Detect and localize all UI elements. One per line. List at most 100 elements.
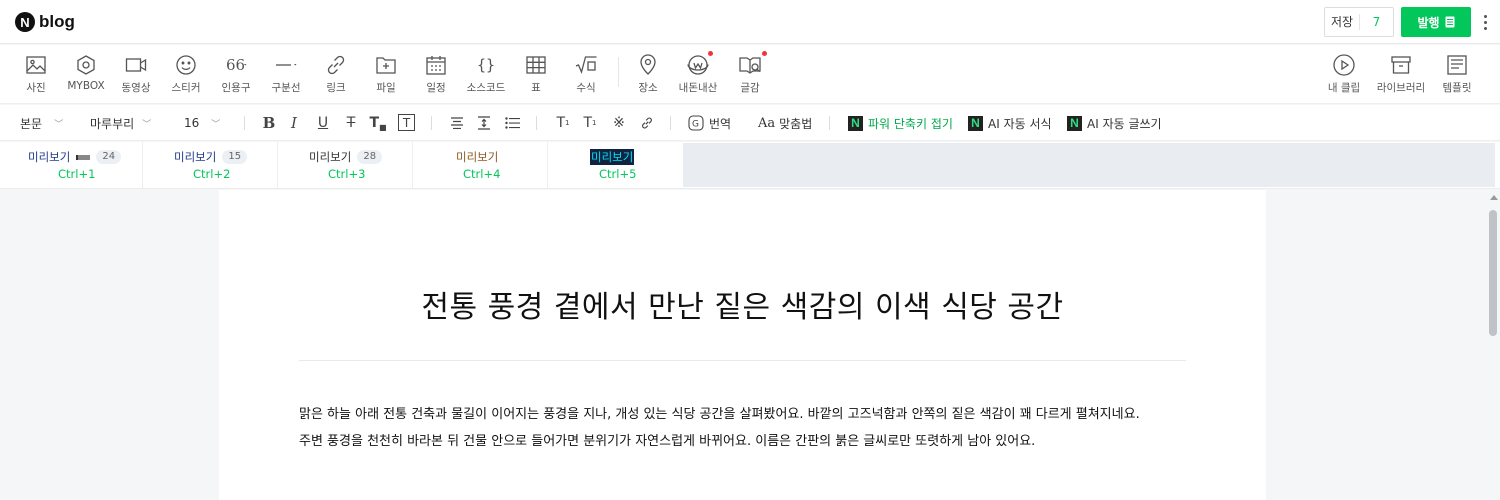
italic-icon[interactable]: I <box>285 114 303 132</box>
sticker-button[interactable]: 스티커 <box>161 53 211 95</box>
source-code-button[interactable]: {} 소스코드 <box>461 53 511 95</box>
naver-badge-icon: N <box>848 115 863 131</box>
sticker-label: 스티커 <box>171 82 201 94</box>
writing-material-icon <box>739 57 761 74</box>
preview-title: 미리보기 <box>174 150 217 164</box>
file-icon <box>376 57 396 74</box>
editor-canvas[interactable]: 전통 풍경 곁에서 만난 짙은 색감의 이색 식당 공간 맑은 하늘 아래 전통… <box>219 190 1266 500</box>
place-label: 장소 <box>638 82 658 94</box>
notification-dot <box>762 51 767 56</box>
preview-count: 15 <box>222 150 248 164</box>
ai-writing-button[interactable]: N AI 자동 글쓰기 <box>1067 105 1162 141</box>
font-color-icon[interactable]: T ■ <box>369 114 387 132</box>
formula-icon <box>575 56 597 74</box>
preview-style-3[interactable]: 미리보기 28 Ctrl+3 <box>278 142 413 188</box>
link-icon[interactable] <box>638 114 656 132</box>
scrollbar-thumb[interactable] <box>1489 210 1497 336</box>
scroll-up-icon[interactable] <box>1490 195 1498 200</box>
spellcheck-button[interactable]: Aa 맞춤법 <box>758 105 812 141</box>
list-icon[interactable] <box>503 114 521 132</box>
my-clip-button[interactable]: 내 클립 <box>1319 53 1369 95</box>
my-clip-label: 내 클립 <box>1327 82 1361 94</box>
document-icon <box>1445 16 1455 28</box>
sticker-icon <box>176 55 196 75</box>
chevron-down-icon: ﹀ <box>142 119 152 130</box>
format-separator <box>670 116 671 130</box>
preview-shortcut: Ctrl+2 <box>193 167 231 181</box>
document-title[interactable]: 전통 풍경 곁에서 만난 짙은 색감의 이색 식당 공간 <box>299 282 1186 326</box>
preview-style-1[interactable]: 미리보기 24 Ctrl+1 <box>0 142 143 188</box>
table-icon <box>526 56 546 74</box>
photo-icon <box>26 56 46 74</box>
publish-button[interactable]: 발행 <box>1401 7 1471 37</box>
paragraph-style-value: 본문 <box>20 116 43 131</box>
photo-button[interactable]: 사진 <box>11 53 61 95</box>
paragraph-style-select[interactable]: 본문 ﹀ <box>20 105 63 141</box>
quote-button[interactable]: 66 인용구 <box>211 53 261 95</box>
translate-button[interactable]: G 번역 <box>688 105 731 141</box>
template-button[interactable]: 템플릿 <box>1432 53 1482 95</box>
my-money-label: 내돈내산 <box>678 82 718 94</box>
preview-style-bar: 미리보기 24 Ctrl+1 미리보기 15 Ctrl+2 미리보기 28 Ct… <box>0 142 1500 189</box>
spellcheck-label: 맞춤법 <box>779 116 813 131</box>
place-button[interactable]: 장소 <box>623 53 673 95</box>
more-menu-icon[interactable] <box>1480 10 1490 34</box>
library-icon <box>1391 56 1411 74</box>
line-height-icon[interactable] <box>475 114 493 132</box>
body-paragraph[interactable]: 맑은 하늘 아래 전통 건축과 물길이 이어지는 풍경을 지나, 개성 있는 식… <box>299 401 1194 428</box>
save-count[interactable]: 7 <box>1360 15 1393 29</box>
font-size-value: 16 <box>184 116 200 130</box>
format-separator <box>536 116 537 130</box>
divider-label: 구분선 <box>271 82 301 94</box>
library-button[interactable]: 라이브러리 <box>1374 53 1428 95</box>
document-body[interactable]: 맑은 하늘 아래 전통 건축과 물길이 이어지는 풍경을 지나, 개성 있는 식… <box>299 401 1194 455</box>
power-shortcut-toggle[interactable]: N 파워 단축키 접기 <box>848 105 953 141</box>
formula-label: 수식 <box>576 82 596 94</box>
preview-swatch <box>76 154 91 160</box>
video-button[interactable]: 동영상 <box>111 53 161 95</box>
preview-shortcut: Ctrl+5 <box>599 167 637 181</box>
format-toolbar: 본문 ﹀ 마루부리 ﹀ 16 ﹀ B I U T T ■ T T1 T1 ※ G … <box>0 105 1500 141</box>
divider-button[interactable]: 구분선 <box>261 53 311 95</box>
ai-format-button[interactable]: N AI 자동 서식 <box>968 105 1052 141</box>
mybox-icon <box>77 55 95 75</box>
save-button[interactable]: 저장 7 <box>1324 7 1394 37</box>
vertical-scrollbar[interactable] <box>1487 190 1500 500</box>
table-button[interactable]: 표 <box>511 53 561 95</box>
logo-text: blog <box>39 12 75 31</box>
align-icon[interactable] <box>448 114 466 132</box>
font-size-select[interactable]: 16 ﹀ <box>184 105 220 141</box>
link-button[interactable]: 링크 <box>311 53 361 95</box>
preview-style-4[interactable]: 미리보기 Ctrl+4 <box>413 142 548 188</box>
file-button[interactable]: 파일 <box>361 53 411 95</box>
preview-style-2[interactable]: 미리보기 15 Ctrl+2 <box>143 142 278 188</box>
background-color-icon[interactable]: T <box>398 114 415 131</box>
formula-button[interactable]: 수식 <box>561 53 611 95</box>
format-separator <box>431 116 432 130</box>
underline-icon[interactable]: U <box>314 114 332 132</box>
preview-style-5[interactable]: 미리보기 Ctrl+5 <box>548 142 683 188</box>
bold-icon[interactable]: B <box>260 114 278 132</box>
link-icon <box>327 55 345 75</box>
notification-dot <box>708 51 713 56</box>
superscript-icon[interactable]: T1 <box>554 114 572 132</box>
mybox-button[interactable]: MYBOX <box>61 53 111 92</box>
writing-material-button[interactable]: 글감 <box>725 51 775 95</box>
toolbar-separator <box>618 57 619 87</box>
strikethrough-icon[interactable]: T <box>342 114 360 132</box>
calendar-label: 일정 <box>426 82 446 94</box>
video-icon <box>125 58 147 72</box>
ai-writing-label: AI 자동 글쓰기 <box>1087 116 1162 131</box>
special-character-icon[interactable]: ※ <box>610 114 628 132</box>
my-money-button[interactable]: 내돈내산 <box>673 51 723 95</box>
preview-shortcut: Ctrl+3 <box>328 167 366 181</box>
subscript-icon[interactable]: T1 <box>581 114 599 132</box>
quote-icon: 66 <box>226 56 247 74</box>
link-label: 링크 <box>326 82 346 94</box>
calendar-button[interactable]: 일정 <box>411 53 461 95</box>
font-family-select[interactable]: 마루부리 ﹀ <box>90 105 151 141</box>
quote-label: 인용구 <box>221 82 251 94</box>
body-paragraph[interactable]: 주변 풍경을 천천히 바라본 뒤 건물 안으로 들어가면 분위기가 자연스럽게 … <box>299 428 1194 455</box>
blog-logo[interactable]: N blog <box>15 11 75 33</box>
format-separator <box>244 116 245 130</box>
